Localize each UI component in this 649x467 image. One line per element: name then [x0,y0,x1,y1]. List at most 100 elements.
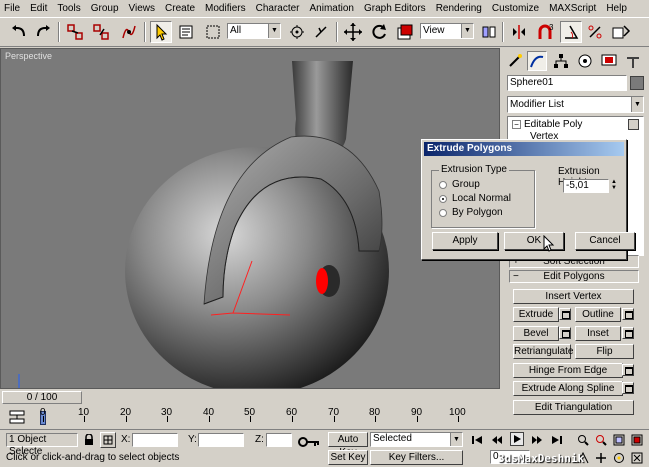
outline-settings-icon[interactable] [622,308,634,320]
pivot-center-icon[interactable] [478,21,500,43]
zoom-extents-all-icon[interactable] [630,433,644,447]
selection-filter-dropdown[interactable]: All ▼ [227,23,281,39]
scale-icon[interactable] [394,21,416,43]
zoom-all-icon[interactable] [594,433,608,447]
display-tab-icon[interactable] [599,51,619,71]
inset-button[interactable]: Inset [575,326,621,341]
zoom-icon[interactable] [576,433,590,447]
hinge-settings-icon[interactable] [622,364,634,376]
lock-icon[interactable] [83,434,95,446]
rotate-icon[interactable] [368,21,390,43]
flip-button[interactable]: Flip [575,344,634,359]
bevel-settings-icon[interactable] [559,327,571,339]
go-to-end-icon[interactable] [550,433,564,447]
modify-tab-icon[interactable] [527,51,547,71]
menu-tools[interactable]: Tools [52,3,85,14]
stack-item-editable-poly[interactable]: − Editable Poly [512,119,582,130]
spinner-snap-icon[interactable] [610,21,632,43]
edit-triangulation-button[interactable]: Edit Triangulation [513,400,634,415]
unlink-icon[interactable] [90,21,112,43]
retriangulate-button[interactable]: Retriangulate [513,344,573,359]
select-by-name-icon[interactable] [176,21,198,43]
extrude-along-spline-settings-icon[interactable] [622,382,634,394]
x-coordinate-field[interactable] [132,433,178,447]
insert-vertex-button[interactable]: Insert Vertex [513,289,634,304]
mirror-icon[interactable] [508,21,530,43]
maximize-viewport-icon[interactable] [630,451,644,465]
radio-button[interactable] [439,195,447,203]
menu-file[interactable]: File [0,3,25,14]
absolute-mode-toggle[interactable] [100,432,116,448]
track-bar[interactable]: 0 10 20 30 40 50 60 70 80 90 100 [0,407,500,429]
cancel-button[interactable]: Cancel [575,232,635,250]
move-icon[interactable] [342,21,364,43]
select-and-move-icon[interactable] [286,21,308,43]
reference-coordinate-dropdown[interactable]: View ▼ [420,23,474,39]
window-crossing-icon[interactable] [310,21,332,43]
menu-character[interactable]: Character [251,3,305,14]
ok-button[interactable]: OK [504,232,564,250]
auto-key-button[interactable]: Auto Key [328,432,368,458]
apply-button[interactable]: Apply [432,232,498,250]
extrusion-height-field[interactable]: -5,01 [563,179,609,193]
snap-toggle-icon[interactable]: 3 [534,21,556,43]
extrude-settings-icon[interactable] [559,308,571,320]
play-icon[interactable] [510,432,524,446]
menu-views[interactable]: Views [124,3,161,14]
inset-settings-icon[interactable] [622,327,634,339]
extrude-along-spline-button[interactable]: Extrude Along Spline [513,381,623,396]
hinge-from-edge-button[interactable]: Hinge From Edge [513,363,623,378]
menu-create[interactable]: Create [160,3,200,14]
zoom-extents-icon[interactable] [612,433,626,447]
lightbulb-icon[interactable] [628,119,639,130]
curve-editor-icon[interactable] [8,408,30,428]
pan-icon[interactable] [594,451,608,465]
time-slider-bar[interactable]: 0 / 100 [0,391,500,405]
z-coordinate-field[interactable] [266,433,292,447]
radio-local-normal[interactable]: Local Normal [439,193,511,204]
set-key-button[interactable]: Set Key [328,450,368,465]
radio-by-polygon[interactable]: By Polygon [439,207,503,218]
motion-tab-icon[interactable] [575,51,595,71]
outline-button[interactable]: Outline [575,307,621,322]
menu-group[interactable]: Group [86,3,124,14]
collapse-icon[interactable]: − [512,119,521,129]
percent-snap-icon[interactable] [584,21,606,43]
dialog-title[interactable]: Extrude Polygons [424,142,624,156]
redo-icon[interactable] [32,21,54,43]
bevel-button[interactable]: Bevel [513,326,559,341]
menu-maxscript[interactable]: MAXScript [544,3,601,14]
menu-animation[interactable]: Animation [305,3,359,14]
previous-frame-icon[interactable] [490,433,504,447]
object-color-swatch[interactable] [630,76,644,90]
undo-icon[interactable] [8,21,30,43]
angle-snap-icon[interactable] [560,21,582,43]
utilities-tab-icon[interactable] [623,51,643,71]
modifier-list-dropdown[interactable]: Modifier List ▼ [507,96,644,113]
select-object-icon[interactable] [150,21,172,43]
arc-rotate-icon[interactable] [612,451,626,465]
menu-help[interactable]: Help [601,3,632,14]
extrude-button[interactable]: Extrude [513,307,559,322]
menu-modifiers[interactable]: Modifiers [200,3,251,14]
rectangular-selection-icon[interactable] [202,21,224,43]
object-name-field[interactable]: Sphere01 [507,75,627,91]
bind-to-space-warp-icon[interactable] [118,21,140,43]
menu-rendering[interactable]: Rendering [431,3,487,14]
hierarchy-tab-icon[interactable] [551,51,571,71]
menu-customize[interactable]: Customize [487,3,544,14]
rollout-edit-polygons[interactable]: − Edit Polygons [509,270,639,283]
spinner-arrows-icon[interactable]: ▲ ▼ [610,179,618,193]
key-filters-button[interactable]: Key Filters... [370,450,463,465]
select-and-link-icon[interactable] [64,21,86,43]
y-coordinate-field[interactable] [198,433,244,447]
key-icon[interactable] [298,435,320,449]
radio-button[interactable] [439,181,447,189]
radio-button[interactable] [439,209,447,217]
key-mode-dropdown[interactable]: Selected ▼ [370,432,463,447]
create-tab-icon[interactable] [505,51,525,71]
menu-graph-editors[interactable]: Graph Editors [359,3,431,14]
go-to-start-icon[interactable] [470,433,484,447]
next-frame-icon[interactable] [530,433,544,447]
time-slider-handle[interactable]: 0 / 100 [2,391,82,404]
